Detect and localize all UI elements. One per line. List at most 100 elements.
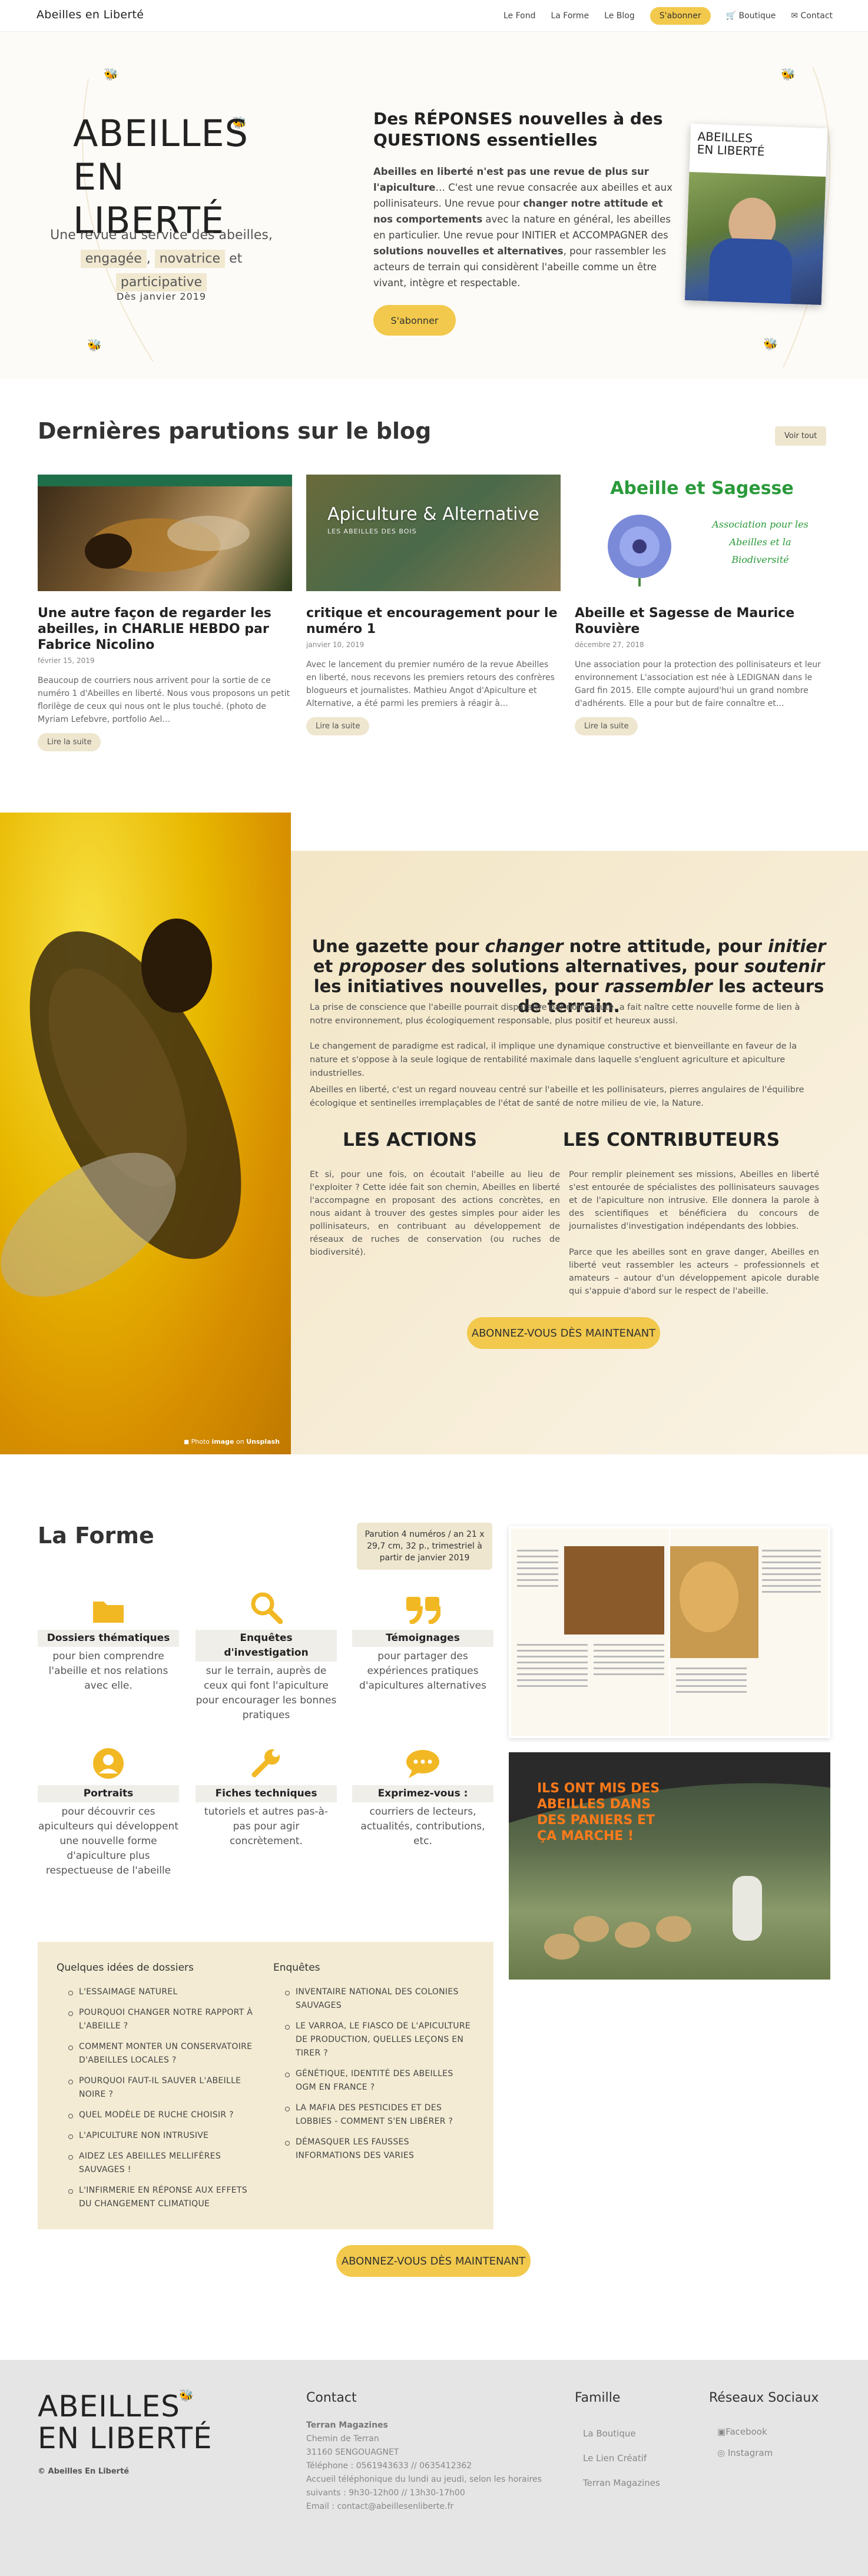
footer-facebook-link[interactable]: ▣Facebook xyxy=(717,2426,767,2437)
bee-icon: 🐝 xyxy=(179,2388,194,2402)
hero-subtitle-text: Une revue au service des abeilles, xyxy=(50,228,273,243)
list-item: Aidez les abeilles mellifères sauvages ! xyxy=(57,2150,257,2177)
instagram-label: Instagram xyxy=(727,2448,773,2458)
camera-icon: ◼ xyxy=(184,1438,190,1446)
footer-link-boutique[interactable]: La Boutique xyxy=(583,2428,636,2439)
feature-label: Enquêtes d'investigation xyxy=(196,1630,337,1662)
hero-heading: Des RÉPONSES nouvelles à des QUESTIONS e… xyxy=(373,109,663,150)
contributors-text: Pour remplir pleinement ses missions, Ab… xyxy=(569,1170,819,1231)
footer-copyright: © Abeilles En Liberté xyxy=(38,2467,130,2476)
gz-h-rassembler: rassembler xyxy=(604,976,713,996)
forme-section-title: La Forme xyxy=(38,1523,154,1549)
feature-item: Fiches techniques tutoriels et autres pa… xyxy=(196,1743,337,1849)
footer-instagram-link[interactable]: ◎ Instagram xyxy=(717,2448,773,2458)
nav-subscribe-button[interactable]: S'abonner xyxy=(650,7,711,25)
top-navigation-bar: Abeilles en Liberté Le Fond La Forme Le … xyxy=(0,0,868,32)
list-item: Le varroa, le fiasco de l'apiculture de … xyxy=(273,2020,473,2060)
list-item: Pourquoi faut-il sauver l'abeille noire … xyxy=(57,2074,257,2101)
hero-bold-3: solutions nouvelles et alternatives xyxy=(373,246,564,257)
read-more-button[interactable]: Lire la suite xyxy=(575,717,638,735)
photo-credit-on: on xyxy=(236,1438,244,1446)
gz-h-mid3: les initiatives nouvelles, pour xyxy=(313,976,599,996)
blog-card-image-text: Apiculture & Alternative xyxy=(327,504,539,525)
nav-la-forme[interactable]: La Forme xyxy=(551,11,589,21)
blog-card-title[interactable]: critique et encouragement pour le numéro… xyxy=(306,605,561,637)
hero-date: Dès janvier 2019 xyxy=(116,291,207,302)
list-item: L'infirmerie en réponse aux effets du ch… xyxy=(57,2184,257,2211)
see-all-button[interactable]: Voir tout xyxy=(775,426,827,446)
facebook-label: Facebook xyxy=(725,2426,767,2437)
footer-email[interactable]: Email : contact@abeillesenliberte.fr xyxy=(306,2502,453,2511)
footer-address-line: 31160 SENGOUAGNET xyxy=(306,2448,399,2457)
feature-item: Enquêtes d'investigation sur le terrain,… xyxy=(196,1587,337,1723)
blog-card-date: décembre 27, 2018 xyxy=(575,641,644,649)
nav-shop[interactable]: 🛒 Boutique xyxy=(726,11,776,21)
site-logo[interactable]: Abeilles en Liberté xyxy=(37,8,144,21)
actions-text: Et si, pour une fois, on écoutait l'abei… xyxy=(310,1170,560,1257)
magazine-cover[interactable]: Abeilles en liberté xyxy=(684,124,828,305)
footer-family-title: Famille xyxy=(575,2391,621,2405)
feature-label: Portraits xyxy=(38,1785,179,1802)
feature-text: sur le terrain, auprès de ceux qui font … xyxy=(196,1665,337,1721)
footer-family-links: La Boutique Le Lien Créatif Terran Magaz… xyxy=(583,2421,660,2495)
gz-h-mid2: des solutions alternatives, pour xyxy=(431,956,738,976)
read-more-button[interactable]: Lire la suite xyxy=(306,717,370,735)
blog-card-image[interactable]: Apiculture & Alternative LES ABEILLES DE… xyxy=(306,475,561,591)
dossier-ideas-title: Quelques idées de dossiers xyxy=(57,1962,194,1974)
hero-title-line1: Abeilles xyxy=(73,112,249,155)
blog-card-image-subtitle: Association pour les Abeilles et la Biod… xyxy=(712,519,809,565)
nav-le-blog[interactable]: Le Blog xyxy=(604,11,635,21)
magazine-cover-photo xyxy=(684,171,826,305)
feature-item: Portraits pour découvrir ces apiculteurs… xyxy=(38,1743,179,1878)
nav-contact[interactable]: ✉ Contact xyxy=(791,11,833,21)
blog-card-image[interactable] xyxy=(38,475,292,591)
flower-illustration xyxy=(608,515,671,586)
blog-card-image[interactable]: Abeille et Sagesse Association pour les … xyxy=(575,475,829,591)
tag-participative: participative xyxy=(115,273,207,291)
quote-icon xyxy=(352,1587,493,1624)
bee-photo-illustration xyxy=(1,919,241,1297)
list-item: L'essaimage naturel xyxy=(57,1985,257,1999)
footer-hours: Accueil téléphonique du lundi au jeudi, … xyxy=(306,2475,542,2498)
nav-le-fond[interactable]: Le Fond xyxy=(503,11,536,21)
dossier-ideas-list: L'essaimage naturel Pourquoi changer not… xyxy=(57,1985,257,2211)
hero-subscribe-button[interactable]: S'abonner xyxy=(373,305,456,336)
dossier-ideas-box: Quelques idées de dossiers L'essaimage n… xyxy=(38,1942,493,2229)
footer-contact-details: Terran Magazines Chemin de Terran 31160 … xyxy=(306,2419,554,2514)
gz-h-changer: changer xyxy=(485,936,564,956)
photo-credit-site-link[interactable]: Unsplash xyxy=(246,1438,280,1446)
chat-icon xyxy=(352,1743,493,1779)
blog-card-excerpt: Une association pour la protection des p… xyxy=(575,660,821,708)
footer-link-lien-creatif[interactable]: Le Lien Créatif xyxy=(583,2453,647,2464)
feature-label: Dossiers thématiques xyxy=(38,1630,179,1647)
feature-label: Fiches techniques xyxy=(196,1785,337,1802)
footer-contact-title: Contact xyxy=(306,2391,357,2405)
list-item: La mafia des pesticides et des lobbies -… xyxy=(273,2101,473,2129)
footer-company: Terran Magazines xyxy=(306,2421,388,2430)
list-item: Comment monter un conservatoire d'abeill… xyxy=(57,2040,257,2067)
footer-link-terran[interactable]: Terran Magazines xyxy=(583,2478,660,2488)
footer-social-title: Réseaux Sociaux xyxy=(709,2391,819,2405)
enquetes-title: Enquêtes xyxy=(273,1962,320,1974)
gazette-paragraph: Le changement de paradigme est radical, … xyxy=(310,1042,797,1078)
feature-label: Témoignages xyxy=(352,1630,493,1647)
blog-card-title[interactable]: Abeille et Sagesse de Maurice Rouvière xyxy=(575,605,829,637)
list-item: Quel modèle de ruche choisir ? xyxy=(57,2108,257,2122)
footer-logo-line2: en liberté xyxy=(38,2421,213,2455)
blog-card-title[interactable]: Une autre façon de regarder les abeilles… xyxy=(38,605,292,653)
dossier-ideas-column: Quelques idées de dossiers L'essaimage n… xyxy=(57,1962,257,2218)
actions-heading: Les actions xyxy=(342,1129,478,1151)
forme-subscribe-button[interactable]: Abonnez-vous dès maintenant xyxy=(336,2245,531,2277)
feature-item: Dossiers thématiques pour bien comprendr… xyxy=(38,1587,179,1693)
gz-h-pre: Une gazette pour xyxy=(312,936,479,956)
list-item: Démasquer les fausses informations des v… xyxy=(273,2136,473,2163)
gazette-subscribe-button[interactable]: Abonnez-vous dès maintenant xyxy=(467,1317,660,1349)
wrench-icon xyxy=(196,1743,337,1779)
bee-icon: 🐝 xyxy=(781,67,796,81)
user-icon xyxy=(38,1743,179,1779)
gazette-paragraph: Abeilles en liberté, c'est un regard nou… xyxy=(310,1085,804,1108)
read-more-button[interactable]: Lire la suite xyxy=(38,733,101,751)
blog-card-date: janvier 10, 2019 xyxy=(306,641,365,649)
facebook-icon: ▣ xyxy=(717,2426,726,2437)
hero-title: Abeilles en liberté xyxy=(73,112,250,243)
